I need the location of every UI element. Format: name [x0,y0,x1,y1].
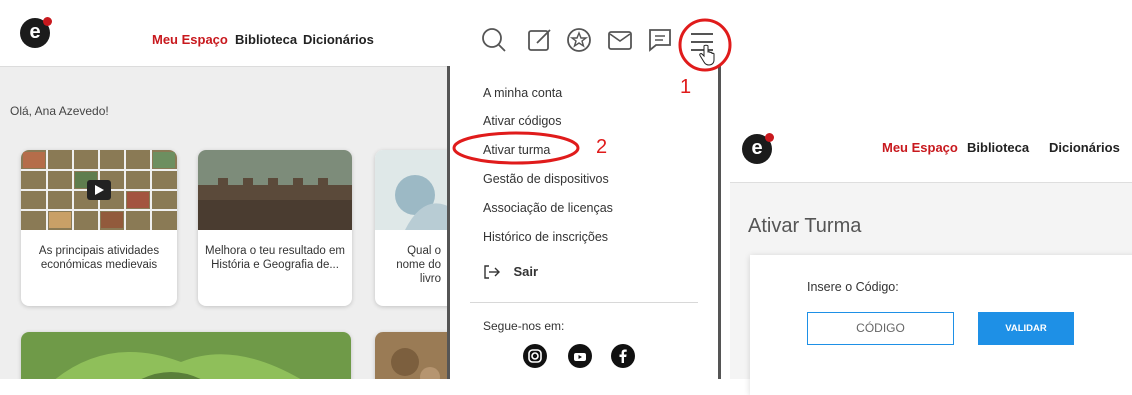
code-label: Insere o Código: [807,280,899,294]
logo[interactable]: e [742,133,774,164]
right-header: e Meu Espaço Biblioteca Dicionários [730,112,1132,183]
annotation-circle-activate-class [452,131,580,165]
logout-button[interactable]: Sair [483,263,538,281]
menu-item-history[interactable]: Histórico de inscrições [483,230,608,244]
validate-button[interactable]: VALIDAR [978,312,1074,345]
instagram-icon[interactable] [523,344,547,368]
nav-dicionarios[interactable]: Dicionários [1049,140,1120,155]
card-succulent[interactable] [21,332,351,379]
card-thumbnail-succulent [21,332,351,379]
page-title: Ativar Turma [748,215,862,237]
logout-label: Sair [513,264,539,280]
activate-class-form: Insere o Código: CÓDIGO VALIDAR [750,255,1132,395]
follow-label: Segue-nos em: [483,319,565,333]
right-content: Ativar Turma Insere o Código: CÓDIGO VAL… [730,183,1132,395]
hand-cursor-icon [699,44,715,66]
card-title: Qual o nome do livro [396,245,441,285]
menu-item-licenses[interactable]: Associação de licenças [483,201,613,215]
card-title: As principais atividades económicas medi… [38,245,160,271]
annotation-step-1: 1 [680,76,692,98]
youtube-icon[interactable] [568,344,592,368]
nav-meu-espaco[interactable]: Meu Espaço [882,140,958,155]
menu-divider [470,302,698,303]
logout-icon [484,265,500,279]
annotation-overlay [452,18,732,165]
code-input[interactable]: CÓDIGO [807,312,954,345]
annotation-step-2: 2 [596,136,608,158]
card-title: Melhora o teu resultado em História e Ge… [205,245,345,271]
facebook-icon[interactable] [611,344,635,368]
nav-biblioteca[interactable]: Biblioteca [967,140,1029,155]
